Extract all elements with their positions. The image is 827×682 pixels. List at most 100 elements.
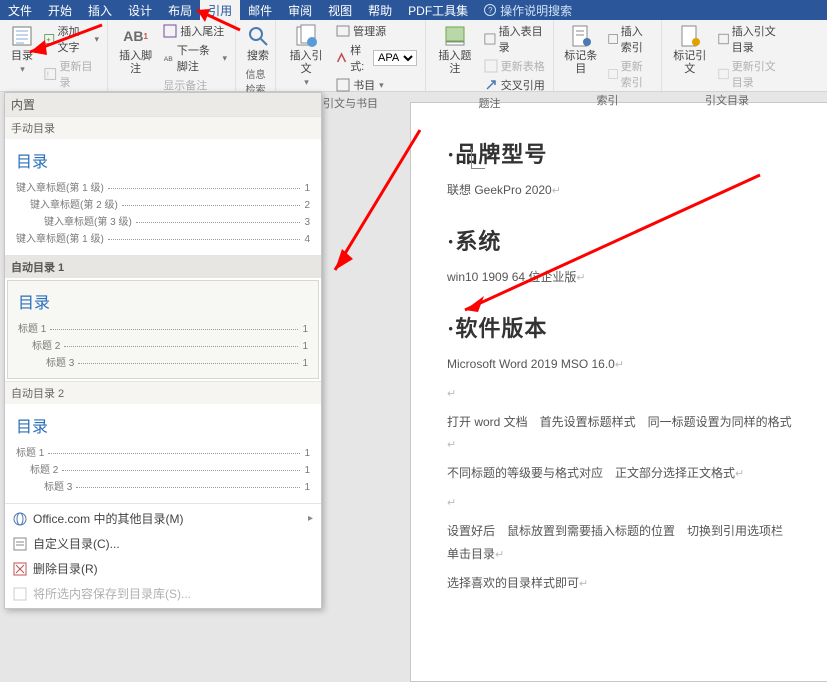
para-system: win10 1909 64 位企业版↵ <box>447 266 799 289</box>
office-more-toc[interactable]: Office.com 中的其他目录(M) ▸ <box>5 506 321 531</box>
add-text-icon: + <box>44 32 55 46</box>
mark-citation-button[interactable]: 标记引文 <box>668 22 712 78</box>
menu-home[interactable]: 开始 <box>40 0 80 22</box>
dd-footer: Office.com 中的其他目录(M) ▸ 自定义目录(C)... 删除目录(… <box>5 503 321 608</box>
group-label-index: 索引 <box>560 91 655 110</box>
manage-sources-icon <box>336 24 350 38</box>
add-text-button[interactable]: + 添加文字▾ <box>42 22 101 56</box>
menu-design[interactable]: 设计 <box>120 0 160 22</box>
insert-table-of-figures-button[interactable]: 插入表目录 <box>482 22 547 56</box>
menu-view[interactable]: 视图 <box>320 0 360 22</box>
ribbon-group-research: 搜索 信息检索 <box>236 20 276 91</box>
style-combo[interactable]: APA <box>373 50 417 66</box>
update-index-button[interactable]: 更新索引 <box>606 57 656 91</box>
toc-icon <box>10 24 34 48</box>
mark-citation-icon <box>678 24 702 48</box>
toc-option-manual[interactable]: 目录 键入章标题(第 1 级)1键入章标题(第 2 级)2键入章标题(第 3 级… <box>5 139 321 255</box>
ribbon-group-authorities: 标记引文 插入引文目录 更新引文目录 引文目录 <box>662 20 792 91</box>
menu-review[interactable]: 审阅 <box>280 0 320 22</box>
citation-style-select[interactable]: 样式: APA <box>334 41 419 75</box>
bibliography-button[interactable]: 书目▾ <box>334 76 419 94</box>
mark-entry-button[interactable]: 标记条目 <box>560 22 602 78</box>
manage-sources-button[interactable]: 管理源 <box>334 22 419 40</box>
biblio-icon <box>336 78 350 92</box>
svg-text:!: ! <box>47 71 49 80</box>
toc-preview-title: 目录 <box>18 289 308 313</box>
tell-me-search[interactable]: ? 操作说明搜索 <box>476 0 580 22</box>
cross-ref-icon <box>484 78 498 92</box>
toc-preview-line: 键入章标题(第 1 级)1 <box>16 178 310 195</box>
ribbon-group-index: 标记条目 插入索引 更新索引 索引 <box>554 20 662 91</box>
remove-toc[interactable]: 删除目录(R) <box>5 556 321 581</box>
cross-reference-button[interactable]: 交叉引用 <box>482 76 547 94</box>
custom-toc[interactable]: 自定义目录(C)... <box>5 531 321 556</box>
dd-header-builtin: 内置 <box>5 93 321 116</box>
insert-authorities-icon <box>718 32 729 46</box>
ribbon-group-captions: 插入题注 插入表目录 更新表格 交叉引用 题注 <box>426 20 554 91</box>
para-step1: 打开 word 文档 首先设置标题样式 同一标题设置为同样的格式↵ <box>447 411 799 457</box>
para-brand: 联想 GeekPro 2020↵ <box>447 179 799 202</box>
ribbon: 目录 ▾ + 添加文字▾ ! 更新目录 目录 AB1 插入脚注 <box>0 20 827 92</box>
menu-references[interactable]: 引用 <box>200 0 240 22</box>
save-icon <box>13 587 27 601</box>
mark-entry-icon <box>569 24 593 48</box>
update-authorities-icon <box>718 67 729 81</box>
menu-layout[interactable]: 布局 <box>160 0 200 22</box>
para-software: Microsoft Word 2019 MSO 16.0↵ <box>447 353 799 376</box>
menu-help[interactable]: 帮助 <box>360 0 400 22</box>
menu-file[interactable]: 文件 <box>0 0 40 22</box>
svg-text:AB: AB <box>164 56 174 63</box>
toc-option-auto2[interactable]: 目录 标题 11标题 21标题 31 <box>5 404 321 503</box>
save-selection-toc: 将所选内容保存到目录库(S)... <box>5 581 321 606</box>
update-icon: ! <box>44 67 57 81</box>
toc-option-auto1[interactable]: 目录 标题 11标题 21标题 31 <box>7 280 319 379</box>
para-step2: 不同标题的等级要与格式对应 正文部分选择正文格式↵ <box>447 462 799 485</box>
insert-authorities-button[interactable]: 插入引文目录 <box>716 22 786 56</box>
toc-preview-line: 标题 11 <box>18 319 308 336</box>
chevron-down-icon: ▾ <box>20 63 25 76</box>
group-label-captions: 题注 <box>432 94 547 113</box>
ribbon-group-toc: 目录 ▾ + 添加文字▾ ! 更新目录 目录 <box>0 20 108 91</box>
toc-preview-title: 目录 <box>16 148 310 172</box>
cursor-marker <box>471 155 485 169</box>
research-button[interactable]: 搜索 <box>242 22 274 65</box>
search-icon <box>246 24 270 48</box>
ribbon-group-citations: 插入引文▾ 管理源 样式: APA 书目▾ 引文与书目 <box>276 20 426 91</box>
toc-preview-line: 标题 31 <box>16 477 310 494</box>
menu-mailings[interactable]: 邮件 <box>240 0 280 22</box>
toc-button-label: 目录 <box>11 50 33 63</box>
caption-icon <box>443 24 467 48</box>
para-empty: ↵ <box>447 382 799 405</box>
group-label-authorities: 引文目录 <box>668 91 786 110</box>
para-step3: 设置好后 鼠标放置到需要插入标题的位置 切换到引用选项栏 单击目录↵ <box>447 520 799 566</box>
chevron-right-icon: ▸ <box>308 513 313 524</box>
lightbulb-icon: ? <box>484 4 496 16</box>
insert-endnote-button[interactable]: 插入尾注 <box>161 22 229 40</box>
globe-icon <box>13 512 27 526</box>
toc-preview-title: 目录 <box>16 413 310 437</box>
insert-citation-button[interactable]: 插入引文▾ <box>282 22 330 91</box>
remove-icon <box>13 562 27 576</box>
dd-label-manual: 手动目录 <box>5 116 321 139</box>
heading-brand: ·品牌型号 <box>447 137 799 169</box>
toc-button[interactable]: 目录 ▾ <box>6 22 38 78</box>
next-footnote-button[interactable]: AB 下一条脚注▾ <box>161 41 229 75</box>
svg-text:+: + <box>46 35 51 44</box>
update-index-icon <box>608 67 618 81</box>
next-footnote-icon: AB <box>163 51 174 65</box>
menu-insert[interactable]: 插入 <box>80 0 120 22</box>
style-icon <box>336 51 347 65</box>
dd-label-auto2: 自动目录 2 <box>5 381 321 404</box>
fig-toc-icon <box>484 32 496 46</box>
insert-caption-button[interactable]: 插入题注 <box>432 22 478 78</box>
insert-index-icon <box>608 32 618 46</box>
menu-pdf-tools[interactable]: PDF工具集 <box>400 0 476 22</box>
update-toc-button[interactable]: ! 更新目录 <box>42 57 101 91</box>
insert-index-button[interactable]: 插入索引 <box>606 22 656 56</box>
insert-footnote-button[interactable]: AB1 插入脚注 <box>114 22 157 78</box>
ribbon-group-footnote: AB1 插入脚注 插入尾注 AB 下一条脚注▾ 显示备注 脚注 <box>108 20 236 91</box>
update-authorities-button[interactable]: 更新引文目录 <box>716 57 786 91</box>
toc-preview-line: 标题 11 <box>16 443 310 460</box>
document-page[interactable]: ·品牌型号 联想 GeekPro 2020↵ ·系统 win10 1909 64… <box>410 102 827 682</box>
update-table-button[interactable]: 更新表格 <box>482 57 547 75</box>
